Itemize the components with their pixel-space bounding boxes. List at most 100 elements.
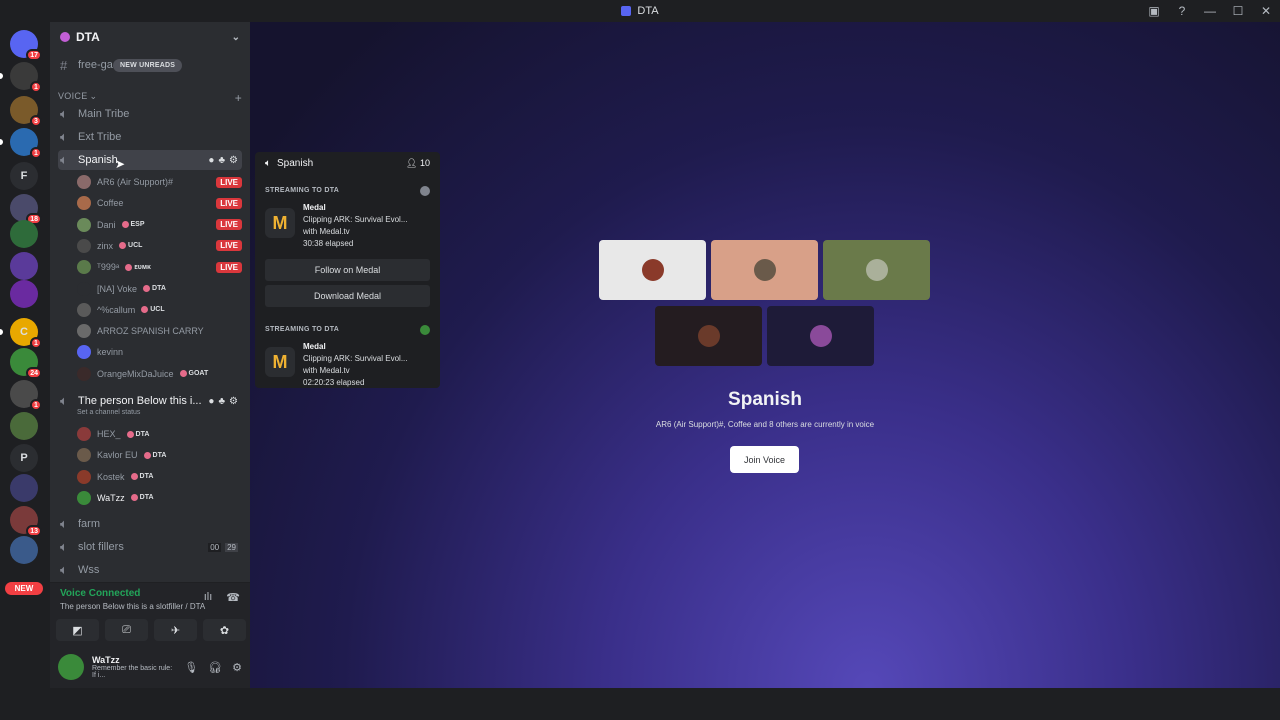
live-badge: LIVE <box>216 219 242 231</box>
server-icon[interactable] <box>10 280 38 308</box>
server-icon[interactable] <box>10 474 38 502</box>
channel-ext-tribe[interactable]: 🔈︎ Ext Tribe <box>58 127 242 147</box>
channel-spanish[interactable]: 🔈︎ Spanish ● ♣ ⚙ <box>58 150 242 170</box>
avatar <box>77 324 91 339</box>
server-icon[interactable]: 13 <box>10 506 42 537</box>
voice-user[interactable]: Kostek DTA <box>77 467 242 487</box>
screen-share-button[interactable]: ⎚ <box>105 619 148 641</box>
voice-channel-subtitle: AR6 (Air Support)#, Coffee and 8 others … <box>655 420 875 429</box>
voice-category[interactable]: VOICE ⌄ + <box>58 91 242 105</box>
avatar[interactable] <box>58 654 84 680</box>
avatar <box>77 175 91 189</box>
server-list: 17 1 3 1 F 18 C 1 24 1 P 13 NEW <box>0 22 50 688</box>
invite-icon[interactable]: ♣ <box>218 155 225 166</box>
close-button[interactable]: ✕ <box>1258 3 1274 19</box>
participant-tile[interactable] <box>655 306 762 366</box>
hash-icon: # <box>60 57 68 73</box>
server-icon[interactable] <box>10 220 38 248</box>
server-icon[interactable] <box>10 412 38 440</box>
window-title: DTA <box>621 5 659 17</box>
headphones-icon[interactable]: 🎧︎ <box>208 661 222 674</box>
maximize-button[interactable]: ☐ <box>1230 3 1246 19</box>
channel-wss[interactable]: 🔈︎ Wss <box>58 560 242 580</box>
medal-logo-icon: M <box>265 347 295 377</box>
custom-status: Remember the basic rule: If i... <box>92 665 173 679</box>
stream-avatar <box>420 325 430 335</box>
soundboard-button[interactable]: ✿ <box>203 619 246 641</box>
voice-user[interactable]: WaTzz DTA <box>77 488 242 508</box>
inbox-icon[interactable]: ▣ <box>1146 3 1162 19</box>
voice-user[interactable]: ARROZ SPANISH CARRY <box>77 321 242 341</box>
taskbar <box>0 688 1280 720</box>
server-icon[interactable]: 1 <box>10 380 42 411</box>
participant-tile[interactable] <box>823 240 930 300</box>
live-badge: LIVE <box>216 176 242 188</box>
server-icon[interactable]: C1 <box>0 318 42 349</box>
channel-farm[interactable]: 🔈︎ farm <box>58 514 242 534</box>
speaker-icon: 🔈︎ <box>60 129 68 144</box>
voice-user[interactable]: Dani ESP LIVE <box>77 215 242 235</box>
activity-button[interactable]: ✈ <box>154 619 197 641</box>
server-icon[interactable]: 24 <box>10 348 42 379</box>
voice-user[interactable]: ᵀ999ᵃ ᴇᴜᴍᴋ LIVE <box>77 257 242 277</box>
server-icon[interactable]: 17 <box>10 30 42 61</box>
voice-user[interactable]: Kavlor EU DTA <box>77 445 242 465</box>
stream-card[interactable]: M Medal Clipping ARK: Survival Evol... w… <box>265 341 430 388</box>
voice-user[interactable]: kevinn <box>77 342 242 362</box>
join-voice-button[interactable]: Join Voice <box>730 446 799 473</box>
gear-icon[interactable]: ⚙ <box>229 155 238 166</box>
avatar <box>77 217 91 232</box>
voice-user[interactable]: AR6 (Air Support)# LIVE <box>77 172 242 192</box>
channel-main-tribe[interactable]: 🔈︎ Main Tribe <box>58 104 242 124</box>
server-initial: C <box>20 326 28 338</box>
server-icon[interactable]: P <box>10 444 38 472</box>
channel-person-below[interactable]: 🔈︎ The person Below this i... ● ♣ ⚙ <box>58 391 242 411</box>
guild-header[interactable]: DTA ⌄ <box>50 22 250 52</box>
voice-connected-status[interactable]: Voice Connected <box>60 588 140 599</box>
avatar <box>809 325 832 347</box>
channel-status[interactable]: Set a channel status <box>77 409 140 416</box>
speaker-icon: 🔈︎ <box>60 516 68 531</box>
chat-icon[interactable]: ● <box>208 396 214 407</box>
avatar <box>77 366 91 381</box>
voice-user[interactable]: OrangeMixDaJuice GOAT <box>77 364 242 384</box>
mouse-cursor: ➤ <box>115 157 126 171</box>
server-icon[interactable] <box>10 536 38 564</box>
stream-card[interactable]: M Medal Clipping ARK: Survival Evol... w… <box>265 202 430 250</box>
gear-icon[interactable]: ⚙ <box>229 396 238 407</box>
voice-user[interactable]: zinx UCL LIVE <box>77 236 242 256</box>
minimize-button[interactable]: — <box>1202 3 1218 19</box>
channel-slot-fillers[interactable]: 🔈︎ slot fillers 00 29 <box>58 537 242 557</box>
voice-channel-path[interactable]: The person Below this is a slotfiller / … <box>60 602 205 611</box>
new-unreads-pill[interactable]: NEW UNREADS <box>113 59 183 72</box>
participant-tile[interactable] <box>767 306 874 366</box>
help-icon[interactable]: ? <box>1174 3 1190 19</box>
speaker-icon: 🔈︎ <box>60 539 68 554</box>
gear-icon[interactable]: ⚙ <box>232 661 242 674</box>
voice-user[interactable]: ^%callum UCL <box>77 300 242 320</box>
follow-medal-button[interactable]: Follow on Medal <box>265 259 430 281</box>
noise-suppression-icon[interactable]: ılı <box>204 591 213 604</box>
server-icon[interactable]: 1 <box>0 128 42 159</box>
microphone-icon[interactable]: 🎙︎ <box>184 661 198 674</box>
disconnect-icon[interactable]: ☎ <box>226 591 240 604</box>
participant-tile[interactable] <box>599 240 706 300</box>
server-icon[interactable] <box>10 252 38 280</box>
role-tag: UCL <box>141 306 164 313</box>
add-channel-icon[interactable]: + <box>235 91 242 105</box>
participant-tile[interactable] <box>711 240 818 300</box>
new-badge[interactable]: NEW <box>5 582 43 595</box>
channel-sidebar: DTA ⌄ # free-ga NEW UNREADS VOICE ⌄ + 🔈︎ Mai… <box>50 22 250 688</box>
invite-icon[interactable]: ♣ <box>218 396 225 407</box>
voice-user[interactable]: Coffee LIVE <box>77 193 242 213</box>
server-icon[interactable]: 1 <box>0 62 42 93</box>
chat-icon[interactable]: ● <box>208 155 214 166</box>
server-icon[interactable]: 3 <box>10 96 42 127</box>
camera-button[interactable]: ◩ <box>56 619 99 641</box>
voice-user[interactable]: [NA] Voke DTA <box>77 279 242 299</box>
avatar <box>865 259 888 281</box>
download-medal-button[interactable]: Download Medal <box>265 285 430 307</box>
server-icon[interactable]: F <box>10 162 38 190</box>
voice-user[interactable]: HEX_ DTA <box>77 424 242 444</box>
server-icon[interactable]: 18 <box>10 194 42 225</box>
